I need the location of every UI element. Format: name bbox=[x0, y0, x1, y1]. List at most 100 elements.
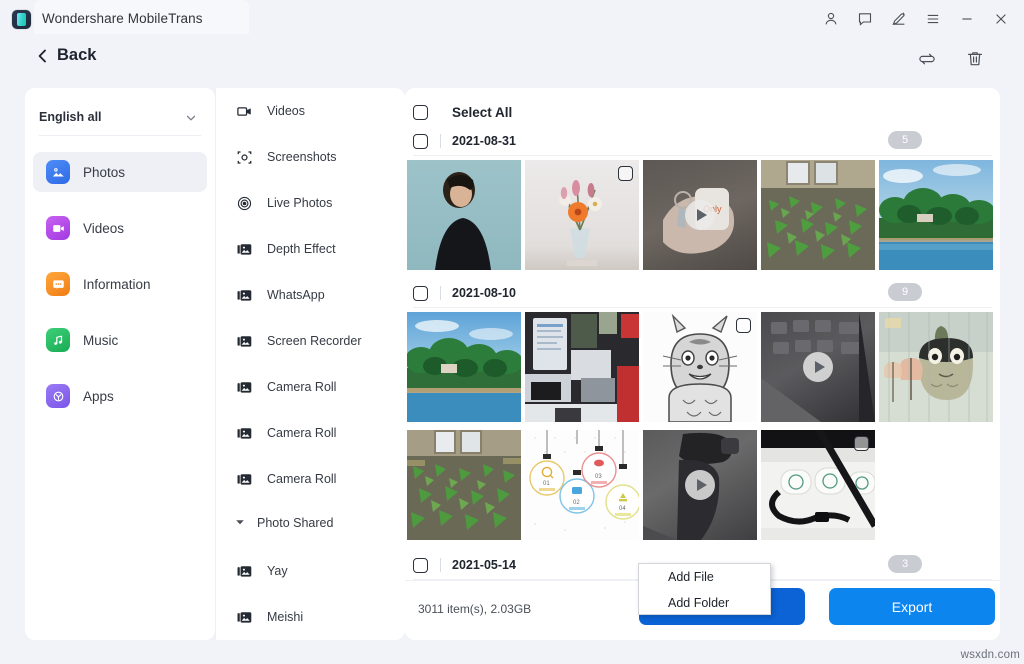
category-item-label: Meishi bbox=[267, 610, 303, 624]
context-menu-item-add-folder[interactable]: Add Folder bbox=[639, 590, 770, 616]
refresh-icon[interactable] bbox=[916, 48, 938, 70]
category-item-label: Live Photos bbox=[267, 196, 332, 210]
thumbnail-photo-tropical-2[interactable] bbox=[407, 312, 521, 422]
category-item-label: Videos bbox=[267, 104, 305, 118]
category-group-photo-shared[interactable]: Photo Shared bbox=[215, 503, 405, 543]
group-separator bbox=[440, 134, 441, 148]
category-item-live-photos[interactable]: Live Photos bbox=[215, 180, 405, 226]
category-item-label: Camera Roll bbox=[267, 380, 336, 394]
group-checkbox[interactable] bbox=[413, 558, 428, 573]
delete-icon[interactable] bbox=[964, 48, 986, 70]
group-count-badge: 3 bbox=[888, 555, 922, 573]
thumbnail-checkbox[interactable] bbox=[854, 436, 869, 451]
group-checkbox[interactable] bbox=[413, 286, 428, 301]
category-item-screenshots[interactable]: Screenshots bbox=[215, 134, 405, 180]
group-count-badge: 9 bbox=[888, 283, 922, 301]
screenshot-icon bbox=[235, 148, 253, 166]
thumbnail-photo-plants-window[interactable] bbox=[761, 160, 875, 270]
thumbnail-photo-flowers[interactable] bbox=[525, 160, 639, 270]
thumbnail-checkbox[interactable] bbox=[736, 318, 751, 333]
select-all-label: Select All bbox=[452, 105, 512, 120]
window-controls bbox=[814, 0, 1018, 38]
photo-stack-icon bbox=[235, 562, 253, 580]
category-item-screen-recorder[interactable]: Screen Recorder bbox=[215, 318, 405, 364]
category-item-label: Screenshots bbox=[267, 150, 336, 164]
thumbnail-photo-totoro-painting[interactable] bbox=[879, 312, 993, 422]
sidebar: English all Photos Videos bbox=[25, 88, 215, 640]
play-icon[interactable] bbox=[685, 470, 715, 500]
group-date-label: 2021-05-14 bbox=[452, 558, 516, 572]
watermark: wsxdn.com bbox=[961, 649, 1020, 661]
video-camera-icon bbox=[235, 102, 253, 120]
back-label: Back bbox=[57, 46, 96, 65]
application-window: Wondershare MobileTrans bbox=[0, 0, 1024, 664]
category-item-camera-roll-1[interactable]: Camera Roll bbox=[215, 364, 405, 410]
feedback-icon[interactable] bbox=[848, 4, 882, 34]
thumbnail-photo-shelf-cable[interactable] bbox=[761, 430, 875, 540]
sidebar-item-label: Information bbox=[83, 277, 151, 292]
category-item-label: Camera Roll bbox=[267, 426, 336, 440]
group-separator bbox=[440, 558, 441, 572]
category-item-whatsapp[interactable]: WhatsApp bbox=[215, 272, 405, 318]
category-item-label: WhatsApp bbox=[267, 288, 325, 302]
category-item-camera-roll-3[interactable]: Camera Roll bbox=[215, 456, 405, 502]
category-item-camera-roll-2[interactable]: Camera Roll bbox=[215, 410, 405, 456]
content-toolbar bbox=[916, 48, 986, 70]
thumbnail-video-earbuds[interactable]: Only bbox=[643, 160, 757, 270]
thumbnail-photo-infographic[interactable]: 01 02 03 04 bbox=[525, 430, 639, 540]
thumbnail-photo-tropical-1[interactable] bbox=[879, 160, 993, 270]
sidebar-item-label: Videos bbox=[83, 221, 124, 236]
select-all-row: Select All bbox=[405, 98, 1000, 126]
sidebar-item-label: Music bbox=[83, 333, 118, 348]
language-selector[interactable]: English all bbox=[39, 102, 201, 132]
photo-grid-panel: Select All 2021-08-31 5 bbox=[405, 88, 1000, 640]
thumbnail-video-keyboard[interactable] bbox=[761, 312, 875, 422]
menu-icon[interactable] bbox=[916, 4, 950, 34]
thumbnail-checkbox[interactable] bbox=[618, 166, 633, 181]
edit-icon[interactable] bbox=[882, 4, 916, 34]
photo-stack-icon bbox=[235, 608, 253, 626]
svg-text:01: 01 bbox=[543, 481, 550, 487]
sidebar-item-photos[interactable]: Photos bbox=[33, 152, 207, 192]
photo-stack-icon bbox=[235, 286, 253, 304]
play-icon[interactable] bbox=[685, 200, 715, 230]
live-photo-icon bbox=[235, 194, 253, 212]
category-item-yay[interactable]: Yay bbox=[215, 548, 405, 594]
select-all-checkbox[interactable] bbox=[413, 105, 428, 120]
group-underline bbox=[413, 307, 992, 308]
thumbnail-photo-portrait[interactable] bbox=[407, 160, 521, 270]
music-icon bbox=[46, 328, 70, 352]
thumbnail-video-dark-object[interactable] bbox=[643, 430, 757, 540]
account-icon[interactable] bbox=[814, 4, 848, 34]
export-button[interactable]: Export bbox=[829, 588, 995, 625]
thumbnail-photo-office[interactable] bbox=[525, 312, 639, 422]
thumbnail-photo-plants-2[interactable] bbox=[407, 430, 521, 540]
sidebar-item-information[interactable]: Information bbox=[33, 264, 207, 304]
category-item-videos[interactable]: Videos bbox=[215, 88, 405, 134]
language-selector-value: English all bbox=[39, 110, 102, 124]
svg-text:04: 04 bbox=[619, 506, 626, 512]
back-button[interactable]: Back bbox=[36, 46, 96, 65]
sidebar-item-apps[interactable]: Apps bbox=[33, 376, 207, 416]
title-bar: Wondershare MobileTrans bbox=[0, 0, 1024, 38]
minimize-icon[interactable] bbox=[950, 4, 984, 34]
sidebar-divider bbox=[39, 135, 201, 136]
play-icon[interactable] bbox=[803, 352, 833, 382]
thumbnail-photo-totoro-drawing[interactable] bbox=[643, 312, 757, 422]
sidebar-item-videos[interactable]: Videos bbox=[33, 208, 207, 248]
sidebar-item-label: Photos bbox=[83, 165, 125, 180]
category-item-label: Depth Effect bbox=[267, 242, 336, 256]
category-item-meishi[interactable]: Meishi bbox=[215, 594, 405, 640]
photos-icon bbox=[46, 160, 70, 184]
close-icon[interactable] bbox=[984, 4, 1018, 34]
group-checkbox[interactable] bbox=[413, 134, 428, 149]
context-menu-item-add-file[interactable]: Add File bbox=[639, 564, 770, 590]
apps-icon bbox=[46, 384, 70, 408]
sidebar-item-music[interactable]: Music bbox=[33, 320, 207, 360]
photo-stack-icon bbox=[235, 240, 253, 258]
category-item-depth-effect[interactable]: Depth Effect bbox=[215, 226, 405, 272]
group-underline bbox=[413, 155, 992, 156]
information-icon bbox=[46, 272, 70, 296]
page-header: Back bbox=[0, 38, 1024, 82]
chevron-down-icon bbox=[185, 111, 197, 129]
